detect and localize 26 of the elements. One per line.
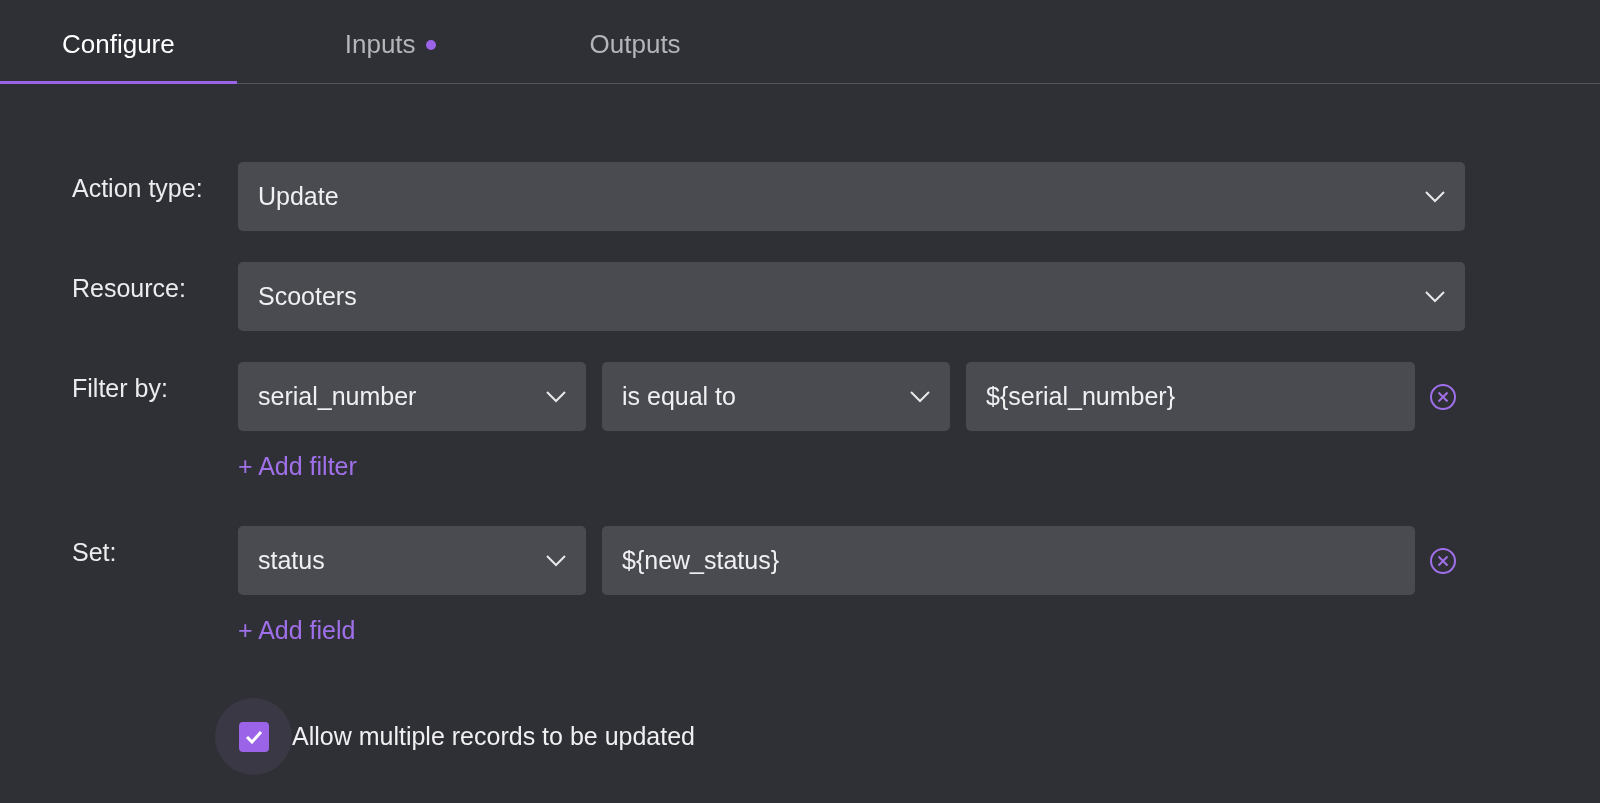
add-link[interactable]: + Add field bbox=[238, 615, 356, 645]
chevron-down-icon bbox=[1425, 290, 1445, 303]
dropdown[interactable]: serial_number bbox=[238, 362, 586, 431]
input-field[interactable]: ${new_status} bbox=[602, 526, 1415, 595]
chevron-down-icon bbox=[546, 554, 566, 567]
field-label: Filter by: bbox=[72, 373, 169, 404]
tab[interactable]: Configure bbox=[0, 8, 237, 84]
input-field[interactable]: ${serial_number} bbox=[966, 362, 1415, 431]
field-label: Set: bbox=[72, 537, 118, 568]
checkmark-icon bbox=[244, 729, 263, 744]
remove-icon[interactable] bbox=[1429, 382, 1457, 411]
field-label: Action type: bbox=[72, 173, 204, 204]
chevron-down-icon bbox=[546, 390, 566, 403]
tab[interactable]: Outputs bbox=[527, 8, 743, 84]
remove-icon[interactable] bbox=[1429, 546, 1457, 575]
dropdown[interactable]: status bbox=[238, 526, 586, 595]
field-label: Resource: bbox=[72, 273, 187, 304]
checkbox-label: Allow multiple records to be updated bbox=[292, 722, 695, 751]
dropdown[interactable]: is equal to bbox=[602, 362, 950, 431]
tab[interactable]: Inputs bbox=[282, 8, 498, 84]
chevron-down-icon bbox=[1425, 190, 1445, 203]
add-link[interactable]: + Add filter bbox=[238, 451, 357, 481]
dropdown[interactable]: Update bbox=[238, 162, 1465, 231]
dropdown[interactable]: Scooters bbox=[238, 262, 1465, 331]
checkbox[interactable] bbox=[238, 721, 269, 752]
chevron-down-icon bbox=[910, 390, 930, 403]
